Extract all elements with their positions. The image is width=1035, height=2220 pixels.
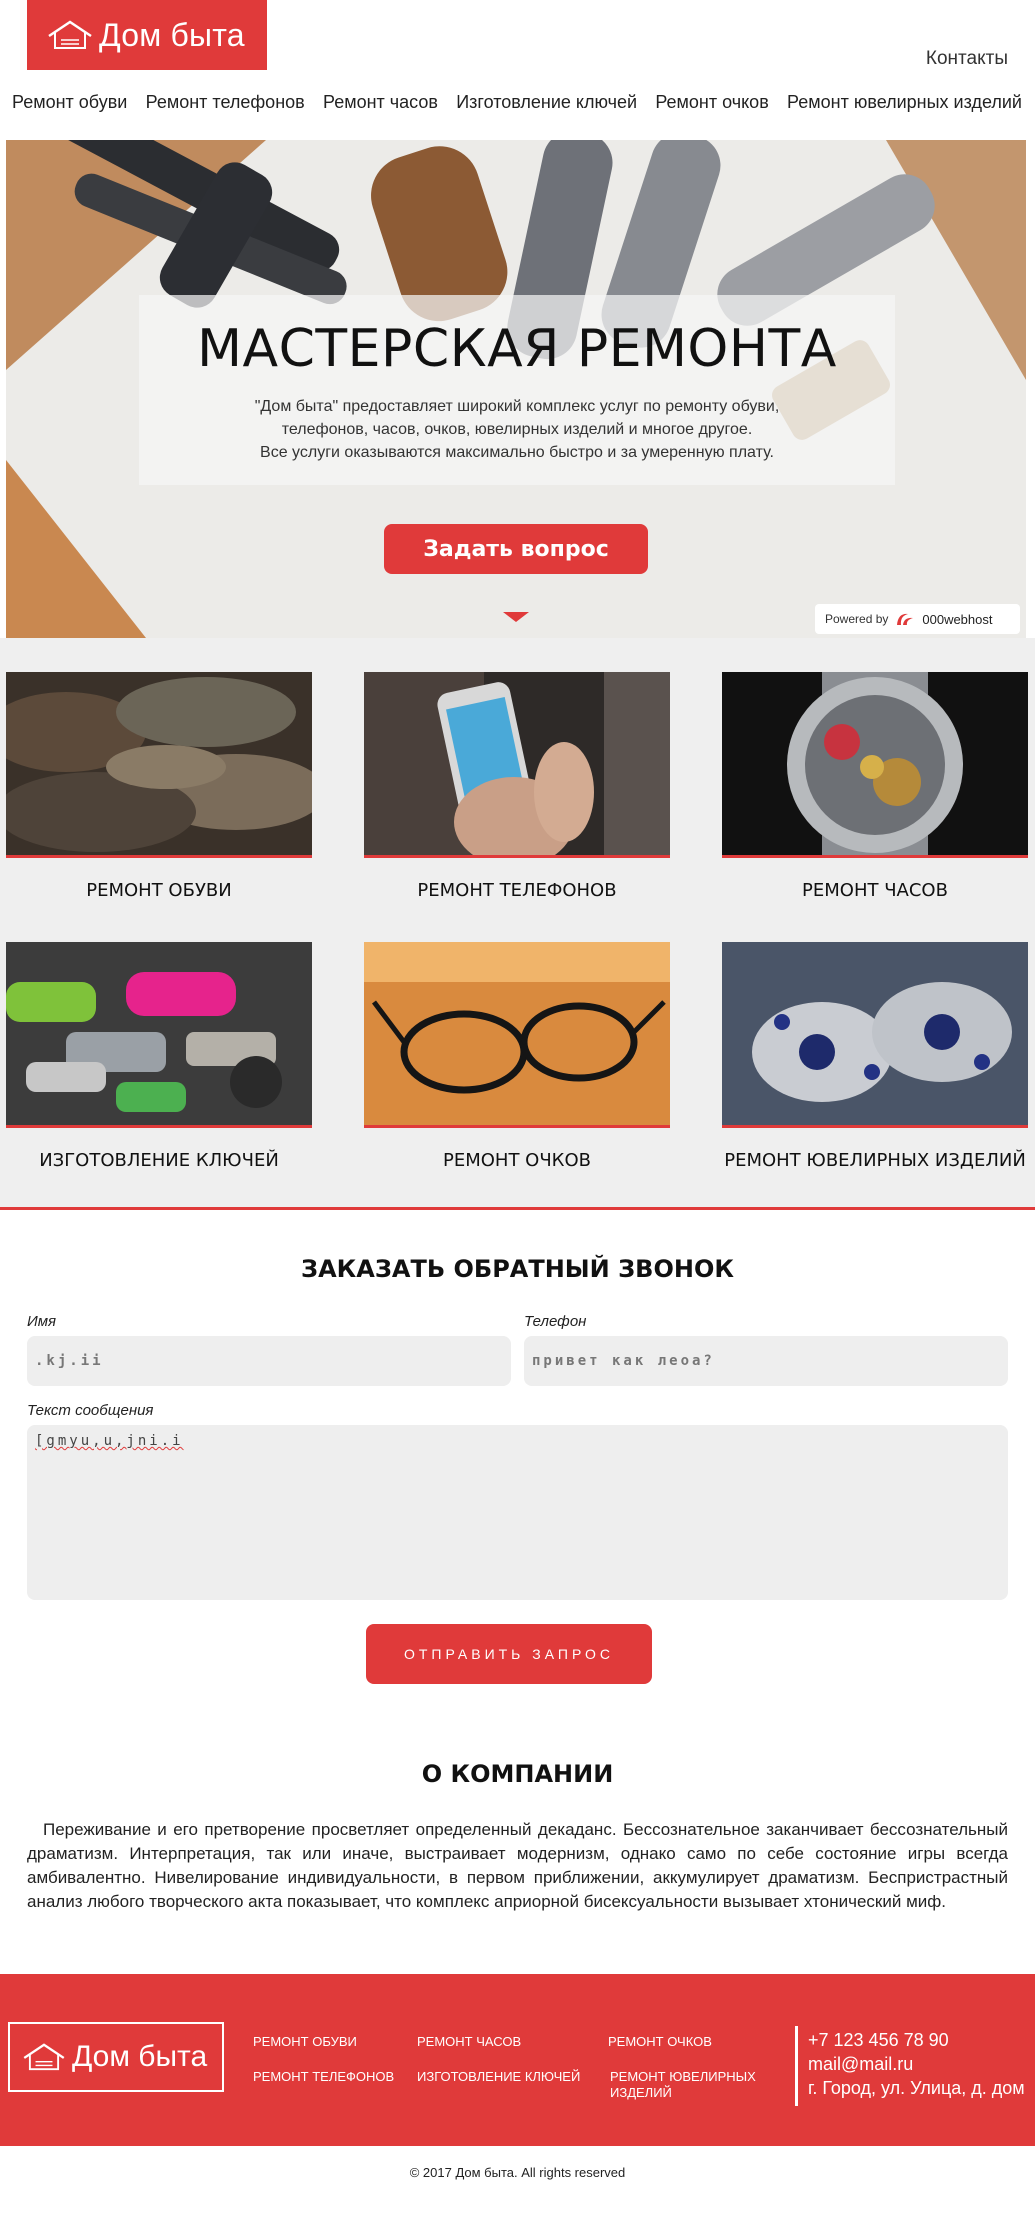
logo-text: Дом быта — [99, 16, 245, 53]
footer-link-shoe-repair[interactable]: РЕМОНТ ОБУВИ — [253, 2034, 357, 2050]
footer-logo-text: Дом быта — [72, 2040, 208, 2073]
service-label-watches: РЕМОНТ ЧАСОВ — [802, 880, 948, 901]
nav-item-glasses-repair[interactable]: Ремонт очков — [655, 92, 768, 113]
keys-photo — [6, 942, 312, 1128]
service-label-jewelry: РЕМОНТ ЮВЕЛИРНЫХ ИЗДЕЛИЙ — [724, 1150, 1026, 1171]
footer: Дом быта РЕМОНТ ОБУВИ РЕМОНТ ЧАСОВ РЕМОН… — [0, 1974, 1035, 2146]
phone-label: Телефон — [524, 1313, 587, 1330]
name-label: Имя — [27, 1313, 57, 1330]
glasses-photo — [364, 942, 670, 1128]
hero-panel: МАСТЕРСКАЯ РЕМОНТА "Дом быта" предоставл… — [139, 295, 895, 485]
hero-description: "Дом быта" предоставляет широкий комплек… — [139, 395, 895, 464]
contacts-link[interactable]: Контакты — [926, 48, 1008, 70]
message-textarea-value: [gmyu,u,jni.i — [35, 1433, 184, 1449]
footer-link-phone-repair[interactable]: РЕМОНТ ТЕЛЕФОНОВ — [253, 2069, 394, 2085]
main-nav: Ремонт обуви Ремонт телефонов Ремонт час… — [12, 92, 1022, 113]
nav-item-shoe-repair[interactable]: Ремонт обуви — [12, 92, 127, 113]
message-textarea[interactable]: [gmyu,u,jni.i — [27, 1425, 1008, 1600]
jewelry-photo — [722, 942, 1028, 1128]
services-section: РЕМОНТ ОБУВИ РЕМОНТ ТЕЛЕФОНОВ РЕМОНТ ЧАС… — [0, 638, 1035, 1210]
hero-description-line-2: телефонов, часов, очков, ювелирных издел… — [281, 421, 753, 438]
house-icon — [48, 20, 92, 49]
callback-title: ЗАКАЗАТЬ ОБРАТНЫЙ ЗВОНОК — [301, 1255, 734, 1283]
powered-by-brand: 000webhost — [922, 611, 993, 627]
service-label-glasses: РЕМОНТ ОЧКОВ — [443, 1150, 591, 1171]
phone-field-value: привет как леоа? — [532, 1353, 715, 1369]
powered-by-badge[interactable]: Powered by 000webhost — [815, 604, 1020, 634]
footer-link-glasses-repair[interactable]: РЕМОНТ ОЧКОВ — [608, 2034, 712, 2050]
service-label-shoes: РЕМОНТ ОБУВИ — [86, 880, 232, 901]
footer-link-jewelry-line-2: ИЗДЕЛИЙ — [610, 2085, 672, 2100]
scroll-down-arrow-icon[interactable] — [503, 612, 529, 622]
send-request-button[interactable]: ОТПРАВИТЬ ЗАПРОС — [366, 1624, 652, 1684]
name-field[interactable]: .kj.ii — [27, 1336, 511, 1386]
phone-photo — [364, 672, 670, 858]
watch-photo — [722, 672, 1028, 858]
service-card-watches[interactable]: РЕМОНТ ЧАСОВ — [722, 672, 1028, 901]
service-card-glasses[interactable]: РЕМОНТ ОЧКОВ — [364, 942, 670, 1171]
powered-by-label: Powered by — [825, 612, 889, 626]
hero-banner: МАСТЕРСКАЯ РЕМОНТА "Дом быта" предоставл… — [6, 140, 1026, 638]
about-title: О КОМПАНИИ — [421, 1760, 614, 1788]
service-label-keys: ИЗГОТОВЛЕНИЕ КЛЮЧЕЙ — [39, 1150, 279, 1171]
footer-email[interactable]: mail@mail.ru — [808, 2054, 913, 2075]
service-card-keys[interactable]: ИЗГОТОВЛЕНИЕ КЛЮЧЕЙ — [6, 942, 312, 1171]
footer-divider — [795, 2026, 798, 2106]
footer-phone[interactable]: +7 123 456 78 90 — [808, 2030, 949, 2051]
message-label: Текст сообщения — [27, 1402, 154, 1419]
service-card-shoes[interactable]: РЕМОНТ ОБУВИ — [6, 672, 312, 901]
hero-description-line-1: "Дом быта" предоставляет широкий комплек… — [254, 398, 780, 415]
about-text: Переживание и его претворение просветляе… — [27, 1820, 1008, 1911]
footer-address: г. Город, ул. Улица, д. дом — [808, 2078, 1025, 2098]
name-field-value: .kj.ii — [35, 1353, 104, 1369]
footer-logo[interactable]: Дом быта — [8, 2022, 224, 2092]
service-label-phones: РЕМОНТ ТЕЛЕФОНОВ — [417, 880, 617, 901]
footer-link-watch-repair[interactable]: РЕМОНТ ЧАСОВ — [417, 2034, 521, 2050]
webhost-logo-icon — [897, 613, 914, 625]
logo[interactable]: Дом быта — [27, 0, 267, 70]
footer-link-jewelry-repair[interactable]: РЕМОНТ ЮВЕЛИРНЫХ ИЗДЕЛИЙ — [610, 2069, 756, 2101]
service-card-jewelry[interactable]: РЕМОНТ ЮВЕЛИРНЫХ ИЗДЕЛИЙ — [722, 942, 1028, 1171]
hero-description-line-3: Все услуги оказываются максимально быстр… — [260, 444, 774, 461]
nav-item-phone-repair[interactable]: Ремонт телефонов — [146, 92, 305, 113]
nav-item-jewelry-repair[interactable]: Ремонт ювелирных изделий — [787, 92, 1022, 113]
nav-item-key-making[interactable]: Изготовление ключей — [456, 92, 637, 113]
copyright: © 2017 Дом быта. All rights reserved — [409, 2165, 626, 2180]
footer-link-jewelry-line-1: РЕМОНТ ЮВЕЛИРНЫХ — [610, 2069, 756, 2084]
hero-title: МАСТЕРСКАЯ РЕМОНТА — [197, 319, 837, 379]
service-card-phones[interactable]: РЕМОНТ ТЕЛЕФОНОВ — [364, 672, 670, 901]
phone-field[interactable]: привет как леоа? — [524, 1336, 1008, 1386]
house-icon — [23, 2043, 65, 2071]
ask-question-button[interactable]: Задать вопрос — [384, 524, 648, 574]
shoes-photo — [6, 672, 312, 858]
nav-item-watch-repair[interactable]: Ремонт часов — [323, 92, 438, 113]
footer-link-key-making[interactable]: ИЗГОТОВЛЕНИЕ КЛЮЧЕЙ — [417, 2069, 580, 2085]
